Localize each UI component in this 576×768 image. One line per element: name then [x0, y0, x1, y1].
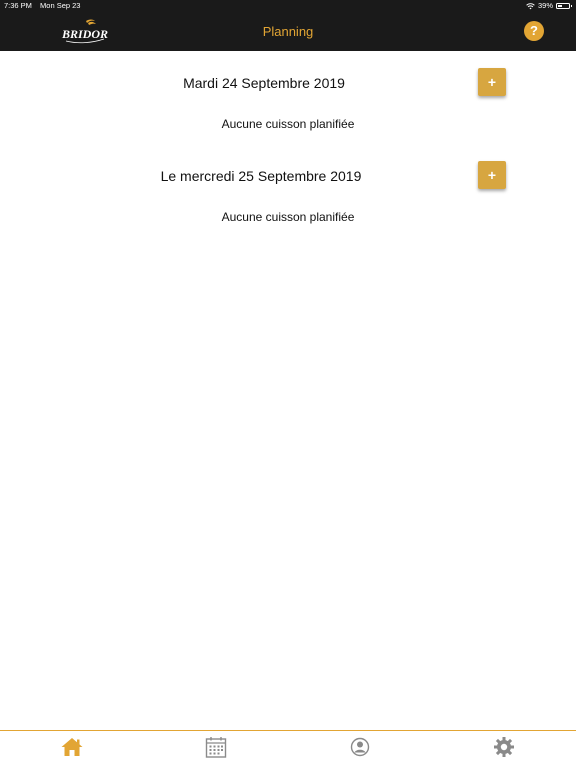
add-cooking-button[interactable]: + [478, 161, 506, 189]
wifi-icon [526, 3, 535, 10]
help-button[interactable]: ? [524, 21, 544, 41]
gear-icon [494, 737, 514, 757]
battery-fill [558, 5, 562, 7]
user-icon [350, 737, 370, 757]
add-cooking-button[interactable]: + [478, 68, 506, 96]
status-left: 7:36 PM Mon Sep 23 [4, 0, 86, 12]
battery-percent: 39% [537, 1, 553, 10]
page-title: Planning [262, 24, 314, 39]
status-bar: 7:36 PM Mon Sep 23 39% [0, 0, 576, 12]
calendar-icon [205, 737, 227, 758]
empty-message: Aucune cuisson planifiée [221, 210, 355, 224]
battery-icon [556, 3, 572, 9]
status-time: 7:36 PM [4, 1, 32, 10]
app-root: 7:36 PM Mon Sep 23 39% BRIDOR Planning ? [0, 0, 576, 768]
day-title: Mardi 24 Septembre 2019 [183, 75, 345, 91]
tab-calendar[interactable] [203, 734, 229, 760]
status-date: Mon Sep 23 [40, 1, 81, 10]
day-title: Le mercredi 25 Septembre 2019 [160, 168, 362, 184]
tab-home[interactable] [59, 734, 85, 760]
tab-profile[interactable] [347, 734, 373, 760]
tab-bar [0, 730, 576, 768]
empty-message: Aucune cuisson planifiée [221, 117, 355, 131]
status-right: 39% [526, 0, 572, 12]
tab-settings[interactable] [491, 734, 517, 760]
home-icon [61, 738, 83, 756]
app-header: BRIDOR Planning ? [0, 12, 576, 51]
